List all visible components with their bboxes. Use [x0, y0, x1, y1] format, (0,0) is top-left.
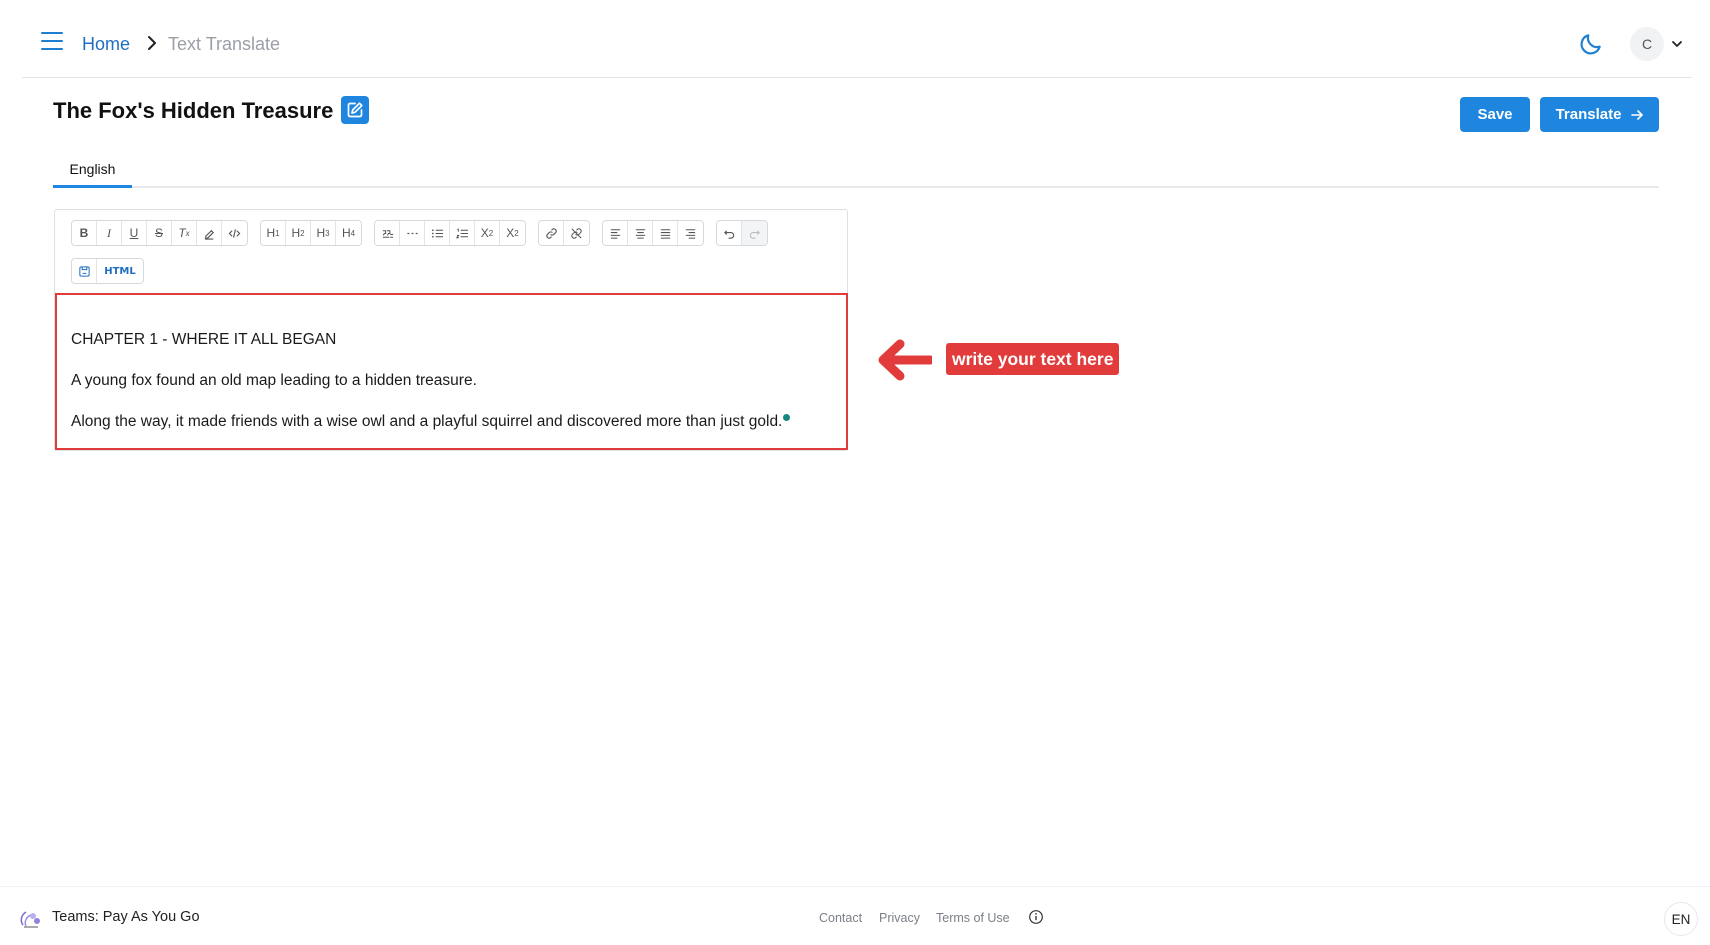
- heading-group: H1 H2 H3 H4: [260, 220, 362, 246]
- align-center-button[interactable]: [628, 221, 653, 245]
- heading-2-button[interactable]: H2: [286, 221, 311, 245]
- save-draft-button[interactable]: [72, 259, 97, 283]
- align-group: [602, 220, 704, 246]
- align-right-icon: [685, 228, 696, 239]
- chevron-down-icon: [1672, 41, 1682, 47]
- clear-format-button[interactable]: Tx: [172, 221, 197, 245]
- link-group: [538, 220, 590, 246]
- chevron-right-icon: [148, 36, 156, 50]
- avatar: C: [1630, 27, 1664, 61]
- save-button[interactable]: Save: [1460, 97, 1530, 132]
- team-logo-icon: [20, 911, 40, 928]
- bullet-list-icon: [431, 228, 443, 238]
- editor-content-area[interactable]: CHAPTER 1 - WHERE IT ALL BEGAN A young f…: [55, 293, 848, 450]
- highlighter-icon: [204, 229, 214, 240]
- editor-toolbar: B I U S Tx H1 H2 H3 H4 X2 X2: [71, 220, 768, 246]
- ordered-list-button[interactable]: [450, 221, 475, 245]
- highlight-button[interactable]: [197, 221, 222, 245]
- account-menu[interactable]: C: [1630, 27, 1684, 61]
- underline-button[interactable]: U: [122, 221, 147, 245]
- paragraph: A young fox found an old map leading to …: [71, 372, 477, 389]
- paragraph-chapter-heading: CHAPTER 1 - WHERE IT ALL BEGAN: [71, 331, 337, 348]
- block-group: X2 X2: [374, 220, 526, 246]
- redo-button[interactable]: [742, 221, 767, 245]
- heading-4-button[interactable]: H4: [336, 221, 361, 245]
- footer: Teams: Pay As You Go Contact Privacy Ter…: [0, 886, 1710, 945]
- moon-icon[interactable]: [1578, 31, 1604, 57]
- language-selector[interactable]: EN: [1664, 902, 1698, 936]
- link-button[interactable]: [539, 221, 564, 245]
- history-group: [716, 220, 768, 246]
- edit-title-button[interactable]: [341, 96, 369, 124]
- link-icon: [545, 227, 557, 239]
- paragraph-text: Along the way, it made friends with a wi…: [71, 413, 783, 430]
- arrow-right-icon: [1631, 109, 1644, 120]
- top-bar: Home Text Translate C: [22, 0, 1692, 78]
- info-icon[interactable]: [1028, 909, 1044, 925]
- italic-button[interactable]: I: [97, 221, 122, 245]
- strikethrough-button[interactable]: S: [147, 221, 172, 245]
- language-tabs: English: [53, 158, 1659, 188]
- html-source-button[interactable]: HTML: [97, 259, 143, 283]
- code-icon: [228, 228, 241, 238]
- document-title: The Fox's Hidden Treasure: [53, 98, 334, 123]
- translate-button[interactable]: Translate: [1540, 97, 1659, 132]
- horizontal-rule-button[interactable]: [400, 221, 425, 245]
- ellipsis-icon: [406, 232, 418, 234]
- heading-1-button[interactable]: H1: [261, 221, 286, 245]
- breadcrumb-home-link[interactable]: Home: [82, 34, 130, 55]
- paragraph-last: Along the way, it made friends with a wi…: [71, 413, 791, 431]
- undo-icon: [723, 229, 734, 239]
- annotation-callout: write your text here: [946, 343, 1120, 375]
- align-left-icon: [610, 228, 620, 239]
- contact-link[interactable]: Contact: [819, 911, 862, 925]
- breadcrumb-current: Text Translate: [168, 34, 281, 54]
- superscript-button[interactable]: X2: [500, 221, 525, 245]
- redo-icon: [749, 229, 760, 239]
- format-group: B I U S Tx: [71, 220, 248, 246]
- bullet-list-button[interactable]: [425, 221, 450, 245]
- blockquote-button[interactable]: [375, 221, 400, 245]
- source-group: HTML: [71, 258, 144, 284]
- privacy-link[interactable]: Privacy: [879, 911, 920, 925]
- align-left-button[interactable]: [603, 221, 628, 245]
- unlink-icon: [571, 227, 582, 239]
- heading-3-button[interactable]: H3: [311, 221, 336, 245]
- unlink-button[interactable]: [564, 221, 589, 245]
- align-center-icon: [635, 228, 645, 239]
- align-justify-button[interactable]: [653, 221, 678, 245]
- quote-icon: [382, 229, 393, 238]
- align-right-button[interactable]: [678, 221, 703, 245]
- align-justify-icon: [660, 228, 670, 239]
- translate-button-label: Translate: [1555, 106, 1622, 123]
- bold-button[interactable]: B: [72, 221, 97, 245]
- edit-icon: [347, 102, 363, 118]
- caret-indicator: [783, 414, 791, 421]
- plan-label: Teams: Pay As You Go: [52, 909, 200, 925]
- subscript-button[interactable]: X2: [475, 221, 500, 245]
- hamburger-icon[interactable]: [41, 32, 63, 50]
- ordered-list-icon: [455, 228, 468, 238]
- terms-link[interactable]: Terms of Use: [936, 911, 1010, 925]
- arrow-left-icon: [878, 339, 932, 381]
- code-button[interactable]: [222, 221, 247, 245]
- editor-toolbar-row-2: HTML: [71, 258, 144, 284]
- undo-button[interactable]: [717, 221, 742, 245]
- tab-english[interactable]: English: [53, 158, 132, 188]
- floppy-icon: [78, 265, 90, 277]
